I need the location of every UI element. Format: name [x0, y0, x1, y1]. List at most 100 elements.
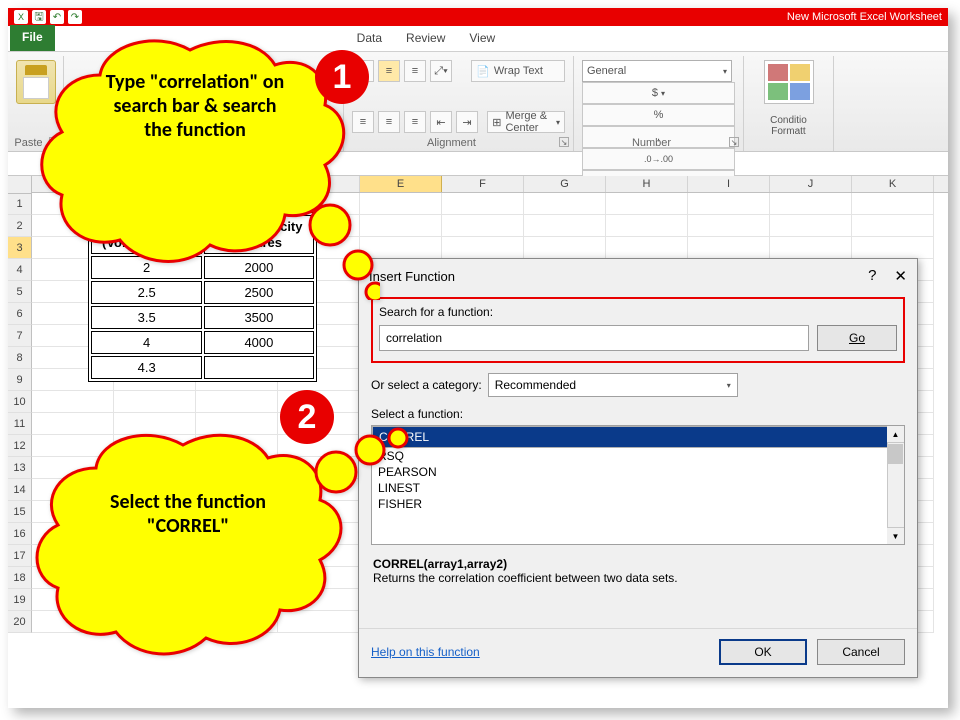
save-icon[interactable] — [32, 10, 46, 24]
cell[interactable] — [196, 589, 278, 611]
function-option-linest[interactable]: LINEST — [372, 480, 904, 496]
cell[interactable] — [278, 391, 360, 413]
col-header-C[interactable]: C — [196, 176, 278, 192]
col-header-D[interactable]: D — [278, 176, 360, 192]
font-color-button[interactable]: A▾ — [237, 111, 259, 133]
cell[interactable] — [770, 215, 852, 237]
ok-button[interactable]: OK — [719, 639, 807, 665]
align-center-button[interactable]: ≡ — [378, 111, 400, 133]
cell[interactable] — [114, 435, 196, 457]
cell[interactable] — [196, 611, 278, 633]
cell[interactable] — [32, 567, 114, 589]
cell[interactable] — [278, 435, 360, 457]
col-header-B[interactable]: B — [114, 176, 196, 192]
col-header-A[interactable]: A — [32, 176, 114, 192]
orientation-button[interactable]: ⤢▾ — [430, 60, 452, 82]
row-header[interactable]: 20 — [8, 611, 32, 633]
tab-data[interactable]: Data — [345, 27, 394, 51]
cell[interactable] — [196, 501, 278, 523]
top-align-button[interactable]: ≡ — [352, 60, 374, 82]
function-list[interactable]: CORRELRSQPEARSONLINESTFISHER ▲ ▼ — [371, 425, 905, 545]
cell[interactable] — [688, 237, 770, 259]
scroll-up-icon[interactable]: ▲ — [887, 426, 904, 443]
name-box[interactable] — [8, 152, 98, 175]
cell[interactable] — [524, 237, 606, 259]
number-launcher[interactable]: ↘ — [729, 137, 739, 147]
row-header[interactable]: 10 — [8, 391, 32, 413]
row-header[interactable]: 19 — [8, 589, 32, 611]
cell[interactable] — [196, 457, 278, 479]
cell[interactable] — [32, 589, 114, 611]
cell[interactable] — [114, 545, 196, 567]
cell[interactable] — [278, 567, 360, 589]
scroll-down-icon[interactable]: ▼ — [887, 527, 904, 544]
cell[interactable] — [606, 215, 688, 237]
row-header[interactable]: 15 — [8, 501, 32, 523]
go-button[interactable]: Go — [817, 325, 897, 351]
cell[interactable] — [852, 237, 934, 259]
cell[interactable] — [196, 391, 278, 413]
currency-button[interactable]: $ — [582, 82, 735, 104]
cell[interactable] — [114, 567, 196, 589]
function-option-fisher[interactable]: FISHER — [372, 496, 904, 512]
merge-center-button[interactable]: ⊞ Merge & Center — [487, 111, 565, 133]
cell[interactable] — [114, 479, 196, 501]
wrap-text-button[interactable]: 📄 Wrap Text — [471, 60, 565, 82]
row-header[interactable]: 2 — [8, 215, 32, 237]
cell[interactable] — [114, 501, 196, 523]
function-option-correl[interactable]: CORREL — [372, 426, 904, 448]
cell[interactable] — [278, 413, 360, 435]
function-option-pearson[interactable]: PEARSON — [372, 464, 904, 480]
cell[interactable] — [606, 237, 688, 259]
help-icon[interactable]: ? — [868, 267, 876, 285]
fx-icon[interactable]: fx — [98, 157, 122, 171]
col-header-K[interactable]: K — [852, 176, 934, 192]
cell[interactable] — [770, 237, 852, 259]
cell[interactable] — [278, 479, 360, 501]
cell[interactable] — [32, 611, 114, 633]
cancel-button[interactable]: Cancel — [817, 639, 905, 665]
cell[interactable] — [114, 413, 196, 435]
decrease-font-button[interactable]: A▾ — [244, 60, 270, 82]
row-header[interactable]: 9 — [8, 369, 32, 391]
search-input[interactable] — [379, 325, 809, 351]
increase-font-button[interactable]: A▴ — [215, 60, 241, 82]
cell[interactable] — [278, 589, 360, 611]
alignment-launcher[interactable]: ↘ — [559, 137, 569, 147]
cell[interactable] — [852, 215, 934, 237]
row-header[interactable]: 7 — [8, 325, 32, 347]
cell[interactable] — [196, 567, 278, 589]
cell[interactable] — [114, 611, 196, 633]
row-header[interactable]: 3 — [8, 237, 32, 259]
cell[interactable] — [278, 457, 360, 479]
cell[interactable] — [114, 589, 196, 611]
help-link[interactable]: Help on this function — [371, 645, 480, 659]
col-header-E[interactable]: E — [360, 176, 442, 192]
col-header-H[interactable]: H — [606, 176, 688, 192]
row-header[interactable]: 16 — [8, 523, 32, 545]
cell[interactable] — [360, 237, 442, 259]
cell[interactable] — [32, 545, 114, 567]
close-icon[interactable]: ✕ — [894, 267, 907, 285]
cell[interactable] — [442, 215, 524, 237]
row-header[interactable]: 18 — [8, 567, 32, 589]
col-header-G[interactable]: G — [524, 176, 606, 192]
cell[interactable] — [278, 523, 360, 545]
cell[interactable] — [196, 545, 278, 567]
clipboard-launcher[interactable]: ↘ — [49, 137, 59, 147]
cell[interactable] — [32, 435, 114, 457]
cell[interactable] — [278, 611, 360, 633]
paste-button[interactable] — [16, 60, 56, 104]
row-header[interactable]: 14 — [8, 479, 32, 501]
cell[interactable] — [32, 391, 114, 413]
cell[interactable] — [442, 193, 524, 215]
cell[interactable] — [360, 215, 442, 237]
bot-align-button[interactable]: ≡ — [404, 60, 426, 82]
select-all-corner[interactable] — [8, 176, 32, 194]
row-header[interactable]: 4 — [8, 259, 32, 281]
cell[interactable] — [606, 193, 688, 215]
row-header[interactable]: 1 — [8, 193, 32, 215]
cell[interactable] — [688, 193, 770, 215]
cell[interactable] — [442, 237, 524, 259]
col-header-F[interactable]: F — [442, 176, 524, 192]
